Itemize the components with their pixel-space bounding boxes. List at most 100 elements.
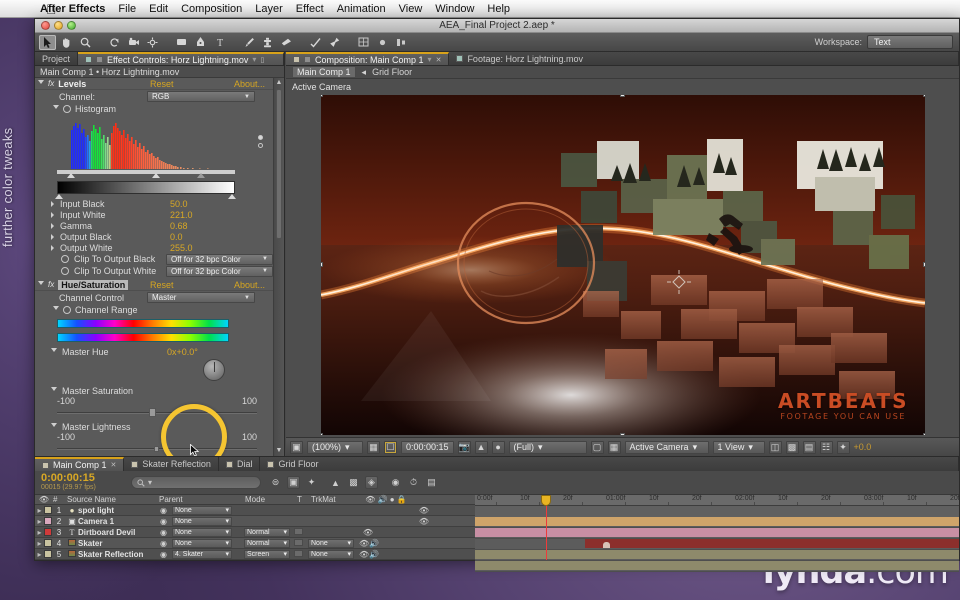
selection-tool[interactable]: [39, 34, 56, 50]
layer-expand-icon[interactable]: ▸: [35, 528, 44, 537]
video-audio-toggle-icon[interactable]: 👁🔊: [358, 550, 380, 559]
layer-color-swatch[interactable]: [44, 506, 52, 514]
parent-pickwhip-icon[interactable]: ◉: [160, 550, 172, 559]
histogram-stopwatch-icon[interactable]: [63, 104, 71, 113]
selection-handle-ml[interactable]: [320, 261, 323, 267]
menu-item-effect[interactable]: Effect: [296, 3, 324, 15]
fast-previews-icon[interactable]: ▩: [785, 440, 799, 454]
master-hue-disclosure-icon[interactable]: [51, 348, 57, 355]
roto-brush-tool[interactable]: [307, 35, 324, 50]
gamma-handle[interactable]: [152, 173, 160, 178]
master-hue-dial[interactable]: [203, 359, 225, 381]
input-black-value[interactable]: 50.0: [170, 199, 188, 209]
preserve-transparency-box[interactable]: [294, 549, 308, 559]
output-white-value[interactable]: 255.0: [170, 243, 193, 253]
always-preview-icon[interactable]: ▣: [290, 440, 303, 454]
apple-logo-icon[interactable]: : [46, 1, 57, 17]
tab-composition-main-comp-1[interactable]: Composition: Main Comp 1 ▾ ✕: [286, 52, 450, 65]
output-black-value[interactable]: 0.0: [170, 232, 183, 242]
channel-range-bar-bottom[interactable]: [57, 333, 229, 342]
auto-keyframe-icon[interactable]: ⏱: [407, 476, 420, 489]
view-layout-select[interactable]: 1 View ▾: [712, 440, 765, 454]
composition-stage[interactable]: ARTBEATS FOOTAGE YOU CAN USE: [286, 92, 959, 437]
histogram-radio-off[interactable]: [258, 143, 263, 148]
layer-color-swatch[interactable]: [44, 528, 52, 536]
breadcrumb-item-grid-floor[interactable]: Grid Floor: [372, 67, 412, 77]
hand-tool[interactable]: [58, 35, 75, 50]
tab-effect-controls[interactable]: Effect Controls: Horz Lightning.mov ▾ ▯: [78, 52, 284, 65]
camera-view-select[interactable]: Active Camera ▾: [624, 440, 709, 454]
take-snapshot-icon[interactable]: 📷: [457, 440, 471, 454]
video-toggle-icon[interactable]: 👁: [360, 528, 376, 537]
brainstorm-icon[interactable]: ◈: [365, 476, 378, 489]
shape-tool[interactable]: [173, 35, 190, 50]
master-saturation-slider[interactable]: [57, 408, 257, 417]
pixel-aspect-correction-icon[interactable]: ◫: [768, 440, 782, 454]
menu-item-composition[interactable]: Composition: [181, 3, 242, 15]
layer-name[interactable]: Skater: [78, 539, 160, 548]
param-input-black[interactable]: Input Black 50.0: [35, 198, 273, 209]
preserve-transparency-box[interactable]: [294, 538, 308, 548]
tab-dial[interactable]: Dial: [218, 457, 261, 471]
menu-item-edit[interactable]: Edit: [149, 3, 168, 15]
video-audio-toggle-icon[interactable]: 👁🔊: [358, 539, 380, 548]
mode-select[interactable]: Normal ▾: [244, 538, 290, 548]
tab-grid-floor[interactable]: Grid Floor: [260, 457, 959, 471]
input-white-value[interactable]: 221.0: [170, 210, 193, 220]
levels-reset-button[interactable]: Reset: [150, 79, 174, 89]
tab-skater-reflection[interactable]: Skater Reflection: [124, 457, 219, 471]
menu-item-file[interactable]: File: [118, 3, 136, 15]
channel-range-stopwatch-icon[interactable]: [63, 305, 71, 314]
frame-blending-icon[interactable]: ▲: [329, 476, 342, 489]
rotation-tool[interactable]: [106, 35, 123, 50]
layer-bar-camera-1[interactable]: [475, 528, 959, 537]
output-black-disclosure-icon[interactable]: [51, 233, 54, 240]
brush-tool[interactable]: [240, 35, 257, 50]
levels-about-button[interactable]: About...: [234, 79, 265, 89]
layer-name[interactable]: Skater Reflection: [78, 550, 160, 559]
current-time-indicator-head[interactable]: [541, 495, 551, 506]
zoom-tool[interactable]: [77, 35, 94, 50]
motion-blur-icon[interactable]: ▩: [347, 476, 360, 489]
region-of-interest-toggle-icon[interactable]: ▢: [590, 440, 604, 454]
layer-expand-icon[interactable]: ▸: [35, 539, 44, 548]
show-snapshot-icon[interactable]: ▲: [474, 440, 488, 454]
param-clip-output-white[interactable]: Clip To Output White Off for 32 bpc Colo…: [35, 265, 273, 277]
param-output-black[interactable]: Output Black 0.0: [35, 231, 273, 242]
workspace-select[interactable]: Text: [867, 35, 953, 49]
timeline-graph-area[interactable]: 0:00f 10f 20f 01:00f 10f 20f 02:00f 10f …: [475, 495, 959, 572]
window-titlebar[interactable]: AEA_Final Project 2.aep *: [35, 19, 959, 33]
video-toggle-icon[interactable]: 👁: [416, 517, 432, 526]
output-white-handle[interactable]: [228, 194, 236, 199]
menu-item-view[interactable]: View: [399, 3, 423, 15]
input-black-handle[interactable]: [67, 173, 75, 178]
effect-controls-scrollbar[interactable]: ▲ ▼: [273, 78, 284, 456]
layer-bar-row[interactable]: [475, 539, 959, 550]
parent-select[interactable]: 4. Skater ▾: [172, 549, 232, 559]
master-lightness-thumb[interactable]: [154, 446, 159, 452]
effect-hue-saturation-header[interactable]: fx Hue/Saturation Reset About...: [35, 279, 273, 291]
output-black-handle[interactable]: [55, 194, 63, 199]
tab-footage-horz-lightning[interactable]: Footage: Horz Lightning.mov: [449, 52, 959, 65]
input-white-handle[interactable]: [197, 173, 205, 178]
input-white-disclosure-icon[interactable]: [51, 211, 54, 218]
clip-output-black-select[interactable]: Off for 32 bpc Color ▼: [166, 253, 273, 265]
lock-icon[interactable]: [304, 56, 311, 63]
channel-control-select[interactable]: Master ▼: [147, 292, 255, 303]
levels-input-slider[interactable]: [57, 170, 235, 178]
eraser-tool[interactable]: [278, 35, 295, 50]
menu-item-animation[interactable]: Animation: [337, 3, 386, 15]
effect-levels-header[interactable]: fx Levels Reset About...: [35, 78, 273, 90]
layer-bar-skater-reflection[interactable]: [475, 561, 959, 570]
master-saturation-disclosure-icon[interactable]: [51, 387, 57, 394]
layer-name[interactable]: spot light: [78, 506, 160, 515]
parent-pickwhip-icon[interactable]: ◉: [160, 506, 172, 515]
exposure-reset-icon[interactable]: ✦: [836, 440, 850, 454]
puppet-pin-tool[interactable]: [326, 35, 343, 50]
selection-handle-tl[interactable]: [320, 94, 323, 97]
levels-disclosure-icon[interactable]: [38, 80, 44, 87]
breadcrumb-item-main-comp-1[interactable]: Main Comp 1: [292, 66, 356, 78]
parent-pickwhip-icon[interactable]: ◉: [160, 517, 172, 526]
layer-expand-icon[interactable]: ▸: [35, 550, 44, 559]
transparency-grid-icon[interactable]: ▦: [607, 440, 621, 454]
